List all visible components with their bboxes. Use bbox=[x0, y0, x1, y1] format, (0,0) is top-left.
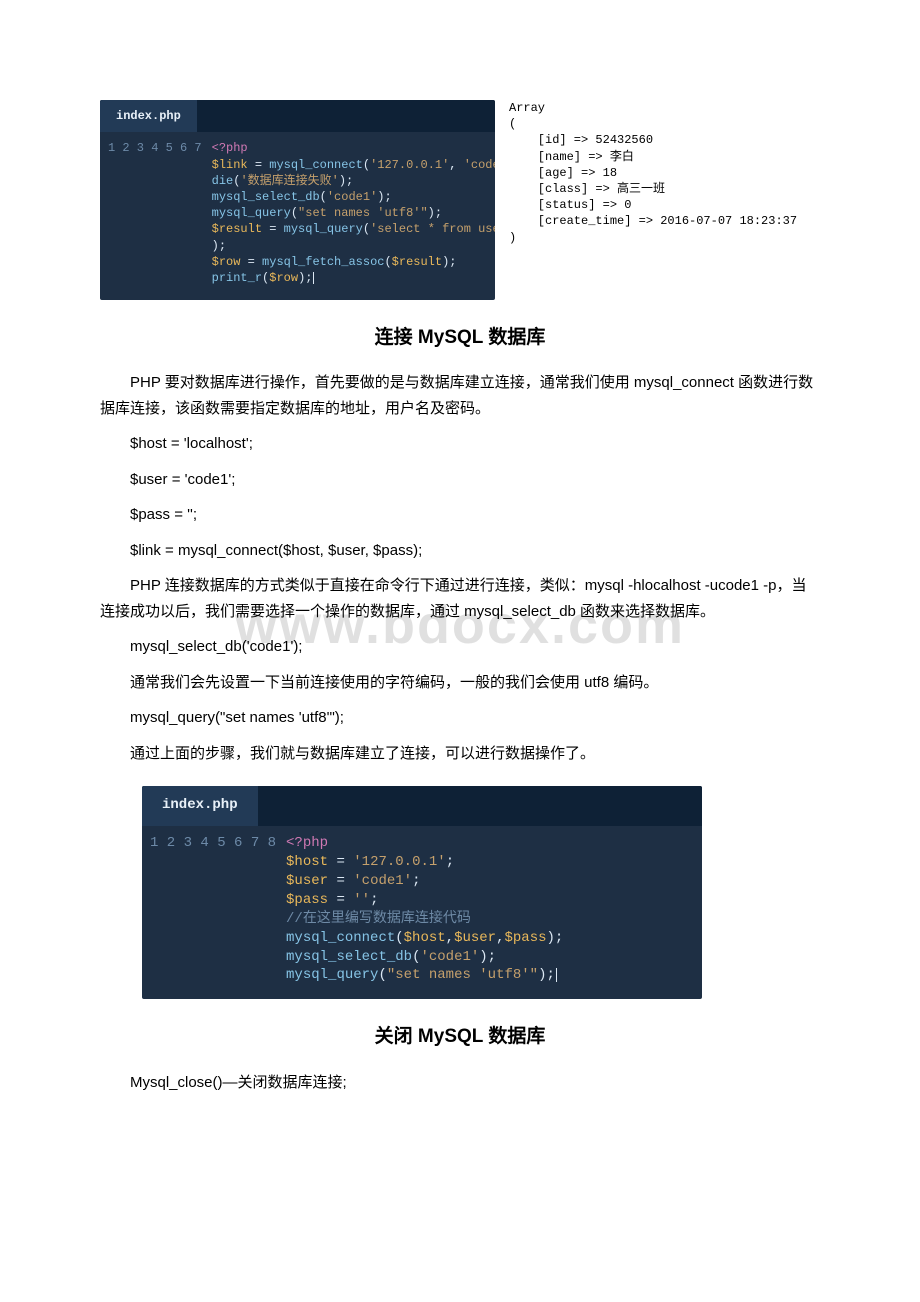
code-block-1: index.php 1 2 3 4 5 6 7 <?php $link = my… bbox=[100, 100, 495, 300]
heading-connect-mysql: 连接 MySQL 数据库 bbox=[100, 322, 820, 354]
code-lines: <?php $link = mysql_connect('127.0.0.1',… bbox=[212, 140, 495, 286]
paragraph: Mysql_close()—关闭数据库连接; bbox=[100, 1070, 820, 1096]
paragraph: PHP 连接数据库的方式类似于直接在命令行下通过进行连接，类似：mysql -h… bbox=[100, 573, 820, 624]
code-body: 1 2 3 4 5 6 7 8 <?php $host = '127.0.0.1… bbox=[142, 826, 702, 999]
code-tab: index.php bbox=[100, 100, 197, 132]
code-tab: index.php bbox=[142, 786, 258, 826]
code-line-text: $pass = ''; bbox=[100, 502, 820, 528]
figure-code-output: index.php 1 2 3 4 5 6 7 <?php $link = my… bbox=[100, 100, 820, 300]
code-tabbar: index.php bbox=[142, 786, 702, 826]
code-block-2: index.php 1 2 3 4 5 6 7 8 <?php $host = … bbox=[142, 786, 702, 999]
paragraph: 通常我们会先设置一下当前连接使用的字符编码，一般的我们会使用 utf8 编码。 bbox=[100, 670, 820, 696]
code-body: 1 2 3 4 5 6 7 <?php $link = mysql_connec… bbox=[100, 132, 495, 300]
code-gutter: 1 2 3 4 5 6 7 bbox=[100, 140, 212, 286]
output-text: Array ( [id] => 52432560 [name] => 李白 [a… bbox=[509, 100, 820, 300]
code-line-text: $user = 'code1'; bbox=[100, 467, 820, 493]
code-tabbar: index.php bbox=[100, 100, 495, 132]
paragraph: 通过上面的步骤，我们就与数据库建立了连接，可以进行数据操作了。 bbox=[100, 741, 820, 767]
code-line-text: $link = mysql_connect($host, $user, $pas… bbox=[100, 538, 820, 564]
paragraph: PHP 要对数据库进行操作，首先要做的是与数据库建立连接，通常我们使用 mysq… bbox=[100, 370, 820, 421]
heading-close-mysql: 关闭 MySQL 数据库 bbox=[100, 1021, 820, 1053]
code-lines: <?php $host = '127.0.0.1'; $user = 'code… bbox=[286, 834, 575, 985]
code-gutter: 1 2 3 4 5 6 7 8 bbox=[142, 834, 286, 985]
document-page: www.bdocx.com index.php 1 2 3 4 5 6 7 <?… bbox=[0, 0, 920, 1165]
code-line-text: $host = 'localhost'; bbox=[100, 431, 820, 457]
code-line-text: mysql_select_db('code1'); bbox=[100, 634, 820, 660]
code-line-text: mysql_query("set names 'utf8'"); bbox=[100, 705, 820, 731]
